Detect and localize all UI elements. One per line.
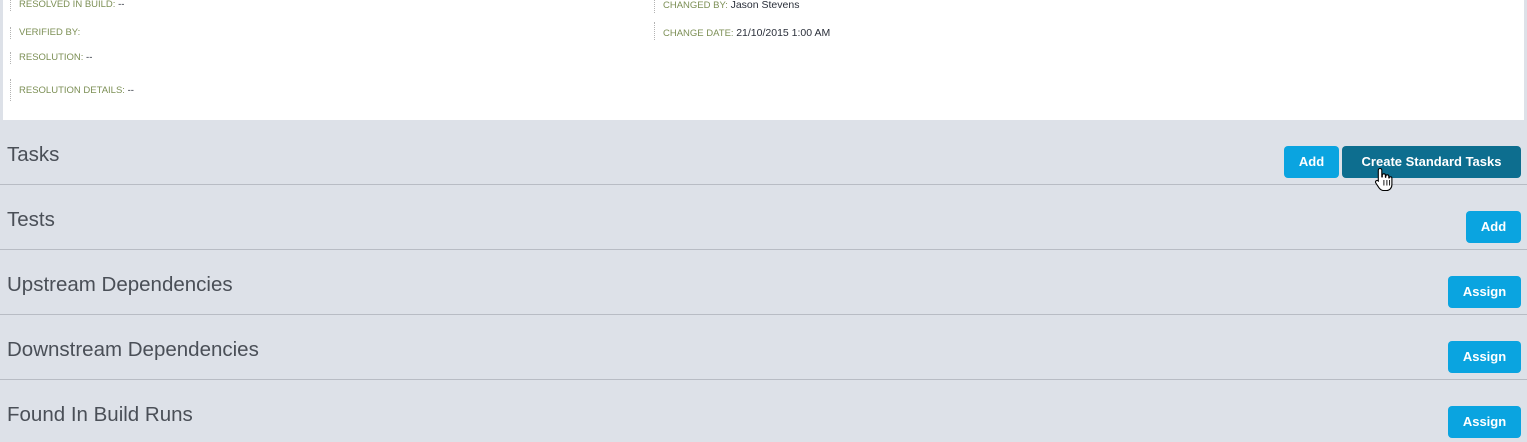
verified-by-field: VERIFIED BY:	[10, 27, 80, 39]
found-in-build-runs-section: Found In Build Runs Assign	[0, 380, 1527, 442]
downstream-assign-button[interactable]: Assign	[1448, 341, 1521, 373]
change-date-field: CHANGE DATE: 21/10/2015 1:00 AM	[654, 22, 830, 40]
resolution-details-field: RESOLUTION DETAILS: --	[10, 79, 134, 101]
upstream-dependencies-section: Upstream Dependencies Assign	[0, 250, 1527, 315]
resolution-details-label: RESOLUTION DETAILS:	[19, 85, 125, 96]
details-panel: RESOLVED IN BUILD: -- VERIFIED BY: RESOL…	[0, 0, 1527, 120]
create-standard-tasks-button[interactable]: Create Standard Tasks	[1342, 146, 1521, 178]
tasks-add-button[interactable]: Add	[1284, 146, 1339, 178]
resolution-value: --	[86, 52, 93, 63]
tests-section: Tests Add	[0, 185, 1527, 250]
resolved-in-build-field: RESOLVED IN BUILD: --	[10, 0, 124, 11]
resolution-field: RESOLUTION: --	[10, 52, 92, 64]
tasks-section: Tasks Add Create Standard Tasks	[0, 120, 1527, 185]
changed-by-value: Jason Stevens	[730, 0, 800, 11]
found-in-build-runs-assign-button[interactable]: Assign	[1448, 406, 1521, 438]
tests-add-button[interactable]: Add	[1466, 211, 1521, 243]
resolved-in-build-label: RESOLVED IN BUILD:	[19, 0, 116, 10]
changed-by-field: CHANGED BY: Jason Stevens	[654, 0, 799, 13]
found-in-build-runs-title: Found In Build Runs	[7, 403, 193, 426]
resolution-details-value: --	[127, 85, 134, 96]
upstream-assign-button[interactable]: Assign	[1448, 276, 1521, 308]
verified-by-label: VERIFIED BY:	[19, 27, 81, 38]
change-date-value: 21/10/2015 1:00 AM	[736, 27, 831, 39]
work-item-page: RESOLVED IN BUILD: -- VERIFIED BY: RESOL…	[0, 0, 1527, 442]
upstream-dependencies-title: Upstream Dependencies	[7, 273, 233, 296]
resolution-label: RESOLUTION:	[19, 52, 84, 63]
tasks-title: Tasks	[7, 143, 60, 166]
downstream-dependencies-section: Downstream Dependencies Assign	[0, 315, 1527, 380]
tests-title: Tests	[7, 208, 55, 231]
change-date-label: CHANGE DATE:	[663, 28, 734, 39]
changed-by-label: CHANGED BY:	[663, 0, 728, 11]
hand-pointer-icon	[1374, 167, 1393, 192]
resolved-in-build-value: --	[118, 0, 125, 10]
downstream-dependencies-title: Downstream Dependencies	[7, 338, 259, 361]
